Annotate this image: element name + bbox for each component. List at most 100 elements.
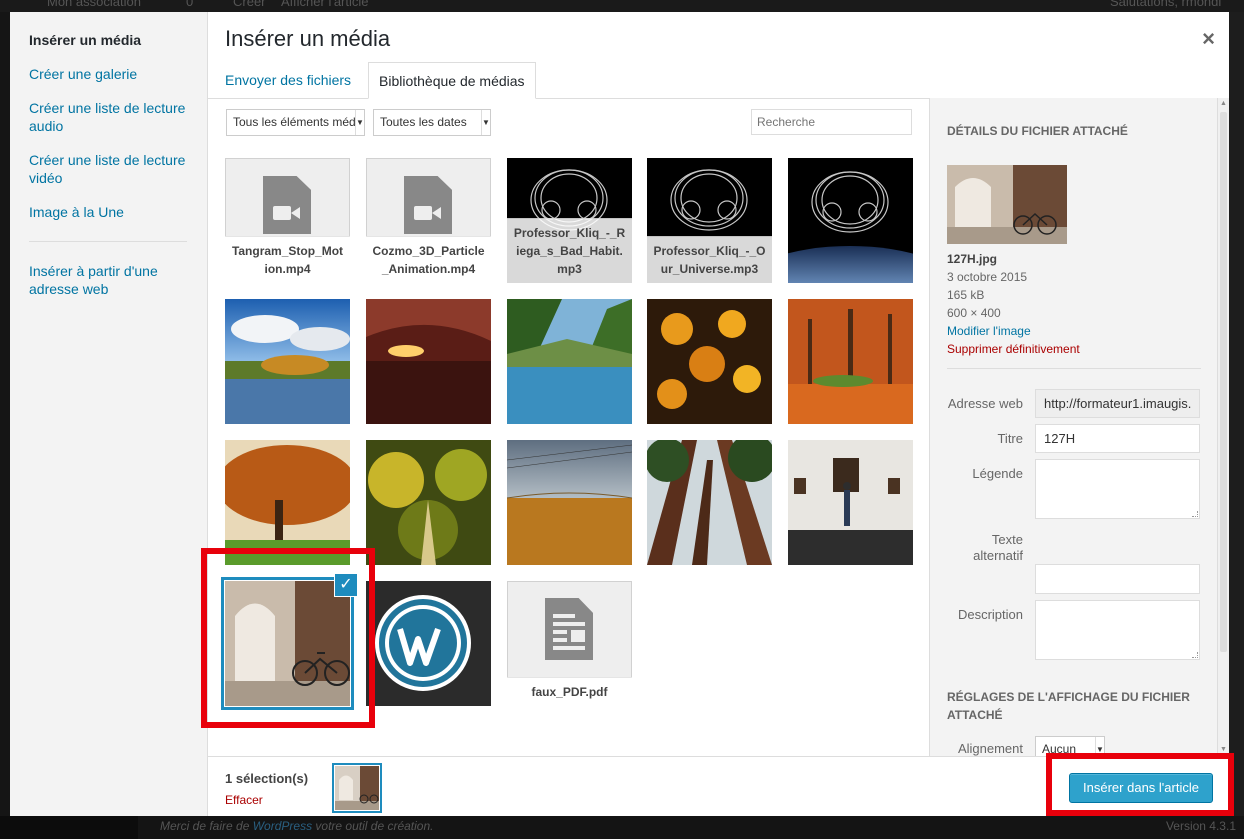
date-filter[interactable]: Toutes les dates ▼ <box>373 109 491 136</box>
scroll-down-icon[interactable]: ▼ <box>1218 746 1229 753</box>
attachment-tile[interactable] <box>225 299 350 424</box>
footer-version: Version 4.3.1 <box>1165 819 1236 833</box>
alt-text-label-line-2: alternatif <box>973 548 1023 563</box>
attachment-tile[interactable] <box>225 440 350 565</box>
attachment-details-heading: Détails du fichier attaché <box>947 124 1128 138</box>
caption-label: Légende <box>972 466 1023 481</box>
caption-field[interactable] <box>1035 459 1200 519</box>
attachment-tile[interactable] <box>507 440 632 565</box>
video-file-icon <box>263 176 311 234</box>
sidebar-scrollbar[interactable]: ▲ ▼ <box>1217 98 1229 756</box>
attachment-filename: faux_PDF.pdf <box>507 677 632 706</box>
attachment-filesize: 165 kB <box>947 288 985 302</box>
admin-bar-greeting: Salutations, rmondi <box>1110 0 1222 9</box>
admin-bar-comments: 0 <box>186 0 194 9</box>
title-field[interactable]: 127H <box>1035 424 1200 453</box>
document-file-icon <box>545 598 593 660</box>
lake-sky-thumbnail <box>225 299 350 424</box>
attachment-tile[interactable]: Professor_Kliq_-_Our_Universe.mp3 <box>647 158 772 283</box>
modal-title: Insérer un média <box>225 26 391 51</box>
attachment-filename: Professor_Kliq_-_Our_Universe.mp3 <box>647 236 772 283</box>
admin-menu-backdrop <box>0 12 10 839</box>
menu-item-featured-image[interactable]: Image à la Une <box>29 203 194 221</box>
attachment-filename: Professor_Kliq_-_Riega_s_Bad_Habit.mp3 <box>507 218 632 283</box>
attachment-date: 3 octobre 2015 <box>947 270 1028 284</box>
resize-grip-icon[interactable] <box>1192 511 1198 517</box>
menu-item-create-gallery[interactable]: Créer une galerie <box>29 65 194 83</box>
clear-selection-link[interactable]: Effacer <box>225 793 263 807</box>
bicycle-mini-thumbnail <box>335 766 379 810</box>
media-modal: Insérer un média Créer une galerie Créer… <box>10 12 1229 816</box>
alt-text-field[interactable] <box>1035 564 1200 594</box>
attachment-tile[interactable] <box>647 440 772 565</box>
scroll-up-icon[interactable]: ▲ <box>1218 100 1229 107</box>
alignment-select[interactable]: Aucun ▼ <box>1035 736 1105 756</box>
media-type-filter[interactable]: Tous les éléments média ▼ <box>226 109 365 136</box>
attachment-tile[interactable] <box>366 581 491 706</box>
search-input[interactable] <box>751 109 912 135</box>
attachment-tile[interactable] <box>647 299 772 424</box>
autumn-park-thumbnail <box>788 299 913 424</box>
edit-image-link[interactable]: Modifier l'image <box>947 322 1031 340</box>
delete-permanently-link[interactable]: Supprimer définitivement <box>947 340 1080 358</box>
scrollbar-thumb[interactable] <box>1220 112 1227 652</box>
attachment-dimensions: 600 × 400 <box>947 306 1001 320</box>
admin-bar-view-post: Afficher l'article <box>281 0 369 9</box>
arch-sunset-thumbnail <box>366 299 491 424</box>
headphones-earth-thumbnail <box>788 158 913 283</box>
insert-into-post-button[interactable]: Insérer dans l'article <box>1069 773 1213 803</box>
attachment-tile[interactable] <box>788 440 913 565</box>
attachment-tile[interactable] <box>788 299 913 424</box>
tab-upload-files[interactable]: Envoyer des fichiers <box>215 62 361 99</box>
wheat-field-thumbnail <box>507 440 632 565</box>
menu-separator <box>29 241 187 242</box>
admin-menu-footer <box>0 816 138 839</box>
menu-item-audio-playlist[interactable]: Créer une liste de lecture audio <box>29 99 194 135</box>
footer-wordpress-link[interactable]: WordPress <box>253 819 312 833</box>
chevron-down-icon: ▼ <box>1095 737 1104 756</box>
menu-item-video-playlist[interactable]: Créer une liste de lecture vidéo <box>29 151 194 187</box>
admin-bar-site-name: Mon association <box>47 0 141 9</box>
alignment-value: Aucun <box>1042 742 1077 756</box>
attachment-details-sidebar: Détails du fichier attaché 127H.jpg 3 oc… <box>929 98 1229 756</box>
attachment-tile[interactable]: Tangram_Stop_Motion.mp4 <box>225 158 350 283</box>
selected-attachment-thumbnail <box>947 165 1067 244</box>
attachment-filename: Tangram_Stop_Motion.mp4 <box>225 236 350 283</box>
media-router-tabs: Envoyer des fichiers Bibliothèque de méd… <box>208 62 1229 99</box>
display-settings-heading: Réglages de l'affichage du fichier attac… <box>947 690 1190 722</box>
gallery-visitor-thumbnail <box>788 440 913 565</box>
tab-media-library[interactable]: Bibliothèque de médias <box>368 62 536 99</box>
attachment-tile[interactable]: Cozmo_3D_Particle_Animation.mp4 <box>366 158 491 283</box>
media-type-filter-value: Tous les éléments média <box>233 115 365 129</box>
chevron-down-icon: ▼ <box>481 110 490 135</box>
selection-count: 1 sélection(s) <box>225 771 309 786</box>
attachment-tile[interactable]: faux_PDF.pdf <box>507 581 632 706</box>
attachment-tile[interactable] <box>366 440 491 565</box>
admin-bar-new: Créer <box>233 0 266 9</box>
redwoods-thumbnail <box>647 440 772 565</box>
chevron-down-icon: ▼ <box>355 110 364 135</box>
media-frame-menu: Insérer un média Créer une galerie Créer… <box>10 12 208 816</box>
admin-footer-backdrop: Merci de faire de WordPress votre outil … <box>0 816 1244 839</box>
selection-thumbnail[interactable] <box>335 766 379 810</box>
attachment-tile[interactable] <box>507 299 632 424</box>
description-field[interactable] <box>1035 600 1200 660</box>
resize-grip-icon[interactable] <box>1192 652 1198 658</box>
checkmark-icon[interactable]: ✓ <box>334 573 358 597</box>
yellow-forest-thumbnail <box>366 440 491 565</box>
url-label: Adresse web <box>947 396 1023 411</box>
attachment-filename: Cozmo_3D_Particle_Animation.mp4 <box>366 236 491 283</box>
close-icon[interactable]: × <box>1202 26 1215 52</box>
attachment-tile[interactable]: Professor_Kliq_-_Riega_s_Bad_Habit.mp3 <box>507 158 632 283</box>
attachment-tile[interactable] <box>366 299 491 424</box>
lake-valley-thumbnail <box>507 299 632 424</box>
menu-item-insert-from-url[interactable]: Insérer à partir d'une adresse web <box>29 262 194 298</box>
details-separator <box>947 368 1201 369</box>
description-label: Description <box>957 607 1023 622</box>
footer-thanks-text: Merci de faire de <box>160 819 250 833</box>
attachment-tile[interactable] <box>788 158 913 283</box>
menu-item-insert-media[interactable]: Insérer un média <box>29 31 194 49</box>
url-field[interactable]: http://formateur1.imaugis. <box>1035 389 1200 418</box>
alt-text-label-line-1: Texte <box>991 532 1023 547</box>
attachment-tile-selected[interactable]: ✓ <box>225 573 358 706</box>
